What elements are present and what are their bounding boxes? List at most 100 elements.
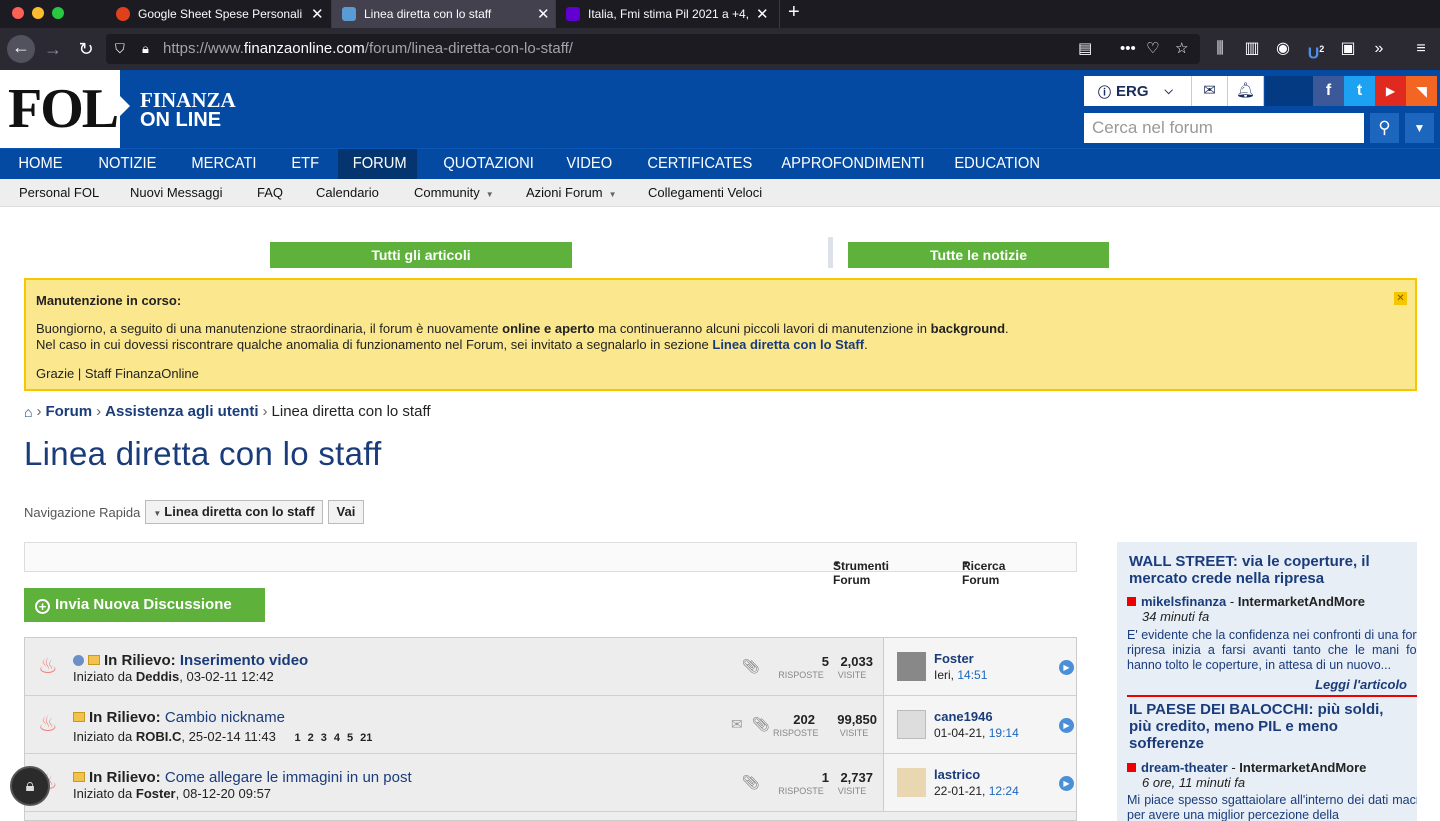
forward-button[interactable]: → (40, 37, 66, 61)
search-options-button[interactable]: ▼ (1405, 113, 1434, 143)
nav-education[interactable]: EDUCATION (947, 149, 1047, 179)
subnav-azioni-forum[interactable]: Azioni Forum ▼ (526, 179, 617, 207)
thread-title-link[interactable]: Cambio nickname (165, 709, 285, 726)
subnav-nuovi-messaggi[interactable]: Nuovi Messaggi (130, 179, 223, 207)
nav-video[interactable]: VIDEO (559, 149, 620, 179)
all-articles-button[interactable]: Tutti gli articoli (270, 242, 572, 268)
bookmark-star-icon[interactable]: ☆ (1175, 34, 1188, 64)
thread-author[interactable]: Foster (136, 786, 176, 801)
hamburger-menu-icon[interactable]: ≡ (1410, 37, 1432, 61)
account-icon[interactable]: ◉ (1272, 37, 1294, 61)
page-link[interactable]: 21 (360, 732, 372, 744)
close-icon[interactable]: ✕ (1394, 292, 1407, 305)
lock-icon[interactable]: 🔒︎ (142, 34, 149, 64)
browser-tab[interactable]: Google Sheet Spese Personali 2 ✕ (106, 0, 332, 28)
notifications-bell-icon[interactable]: 🔔︎ (1228, 76, 1264, 106)
page-link[interactable]: 2 (308, 732, 314, 744)
maximize-window-button[interactable] (52, 7, 64, 19)
reload-button[interactable]: ↻ (73, 37, 99, 61)
nav-approfondimenti[interactable]: APPROFONDIMENTI (774, 149, 932, 179)
facebook-icon[interactable]: f (1313, 76, 1344, 106)
reader-view-icon[interactable]: ▤ (1078, 34, 1092, 64)
avatar[interactable] (897, 768, 926, 797)
hot-thread-icon: ♨ (38, 653, 58, 678)
article-author[interactable]: mikelsfinanza (1141, 594, 1226, 609)
sidebar-icon[interactable]: ▥ (1241, 37, 1263, 61)
logo-arrow (118, 94, 130, 118)
shield-icon[interactable]: ⛉ (115, 34, 125, 64)
thread-row[interactable]: ♨ In Rilievo: Inserimento video Iniziato… (25, 638, 1076, 696)
quick-nav-select[interactable]: ▼ Linea diretta con lo staff (145, 500, 323, 524)
page-link[interactable]: 1 (294, 732, 300, 744)
library-icon[interactable]: ⫼ (1209, 37, 1231, 61)
thread-row[interactable]: ♨ In Rilievo: Come allegare le immagini … (25, 754, 1076, 812)
avatar[interactable] (897, 710, 926, 739)
nav-etf[interactable]: ETF (284, 149, 327, 179)
thread-author[interactable]: Deddis (136, 669, 179, 684)
search-button[interactable]: ⚲ (1370, 113, 1399, 143)
extension-card-icon[interactable]: ▣ (1337, 37, 1359, 61)
nav-certificates[interactable]: CERTIFICATES (640, 149, 760, 179)
nav-quotazioni[interactable]: QUOTAZIONI (436, 149, 541, 179)
caret-down-icon: ▼ (485, 190, 494, 199)
subnav-faq[interactable]: FAQ (257, 179, 283, 207)
last-post-user[interactable]: lastrico (934, 767, 980, 782)
back-button[interactable]: ← (7, 35, 35, 63)
pocket-icon[interactable]: ♡ (1146, 34, 1159, 64)
subnav-community[interactable]: Community ▼ (414, 179, 494, 207)
article-author[interactable]: dream-theater (1141, 760, 1228, 775)
go-to-last-post-icon[interactable]: ▶ (1059, 660, 1074, 675)
nav-notizie[interactable]: NOTIZIE (91, 149, 164, 179)
close-tab-icon[interactable]: ✕ (756, 5, 769, 23)
thread-author[interactable]: ROBI.C (136, 729, 182, 744)
close-tab-icon[interactable]: ✕ (537, 5, 550, 23)
article-headline[interactable]: IL PAESE DEI BALOCCHI: più soldi, più cr… (1129, 701, 1409, 752)
read-article-link[interactable]: Leggi l'articolo (1315, 677, 1407, 692)
close-window-button[interactable] (12, 7, 24, 19)
go-button[interactable]: Vai (327, 500, 365, 524)
staff-link[interactable]: Linea diretta con lo Staff (712, 337, 864, 352)
thread-row[interactable]: ♨ In Rilievo: Cambio nickname Iniziato d… (25, 696, 1076, 754)
home-icon[interactable]: ⌂ (24, 404, 32, 420)
page-link[interactable]: 4 (334, 732, 340, 744)
twitter-icon[interactable]: t (1344, 76, 1375, 106)
breadcrumb-assistenza[interactable]: Assistenza agli utenti (105, 403, 258, 420)
privacy-lock-button[interactable]: 🔒︎ (10, 766, 50, 806)
article-headline[interactable]: WALL STREET: via le coperture, il mercat… (1129, 553, 1409, 587)
youtube-icon[interactable]: ▶ (1375, 76, 1406, 106)
all-news-button[interactable]: Tutte le notizie (848, 242, 1109, 268)
nav-home[interactable]: HOME (11, 149, 70, 179)
new-tab-button[interactable]: + (788, 1, 800, 24)
overflow-menu-icon[interactable]: » (1368, 37, 1390, 61)
subnav-personal-fol[interactable]: Personal FOL (19, 179, 99, 207)
last-post-user[interactable]: cane1946 (934, 709, 993, 724)
user-menu[interactable]: ⓘ ERG ⌵ (1084, 76, 1192, 106)
go-to-last-post-icon[interactable]: ▶ (1059, 718, 1074, 733)
thread-title-link[interactable]: Come allegare le immagini in un post (165, 769, 412, 786)
subnav-collegamenti-veloci[interactable]: Collegamenti Veloci (648, 179, 762, 207)
subnav-calendario[interactable]: Calendario (316, 179, 379, 207)
url-bar[interactable]: ⛉ 🔒︎ https://www.finanzaonline.com/forum… (106, 34, 1200, 64)
browser-tab[interactable]: Italia, Fmi stima Pil 2021 a +4,2 ✕ (556, 0, 780, 28)
browser-tab-active[interactable]: Linea diretta con lo staff ✕ (332, 0, 556, 28)
extension-u-icon[interactable]: U2 (1305, 37, 1327, 66)
avatar[interactable] (897, 652, 926, 681)
breadcrumb-forum[interactable]: Forum (45, 403, 92, 420)
more-actions-icon[interactable]: ••• (1120, 34, 1136, 64)
minimize-window-button[interactable] (32, 7, 44, 19)
messages-icon[interactable]: ✉ (1192, 76, 1228, 106)
page-link[interactable]: 5 (347, 732, 353, 744)
last-post-user[interactable]: Foster (934, 651, 974, 666)
logo[interactable]: FOL (0, 70, 120, 148)
nav-mercati[interactable]: MERCATI (184, 149, 264, 179)
nav-forum[interactable]: FORUM (338, 149, 418, 179)
search-icon: ⚲ (1378, 118, 1391, 137)
go-to-last-post-icon[interactable]: ▶ (1059, 776, 1074, 791)
page-link[interactable]: 3 (321, 732, 327, 744)
new-thread-button[interactable]: + Invia Nuova Discussione (24, 588, 265, 622)
thread-title-link[interactable]: Inserimento video (180, 652, 308, 669)
logo-text[interactable]: FINANZA ON LINE (140, 90, 236, 131)
search-input[interactable]: Cerca nel forum (1084, 113, 1364, 143)
close-tab-icon[interactable]: ✕ (311, 5, 324, 23)
rss-icon[interactable]: ◥ (1406, 76, 1437, 106)
